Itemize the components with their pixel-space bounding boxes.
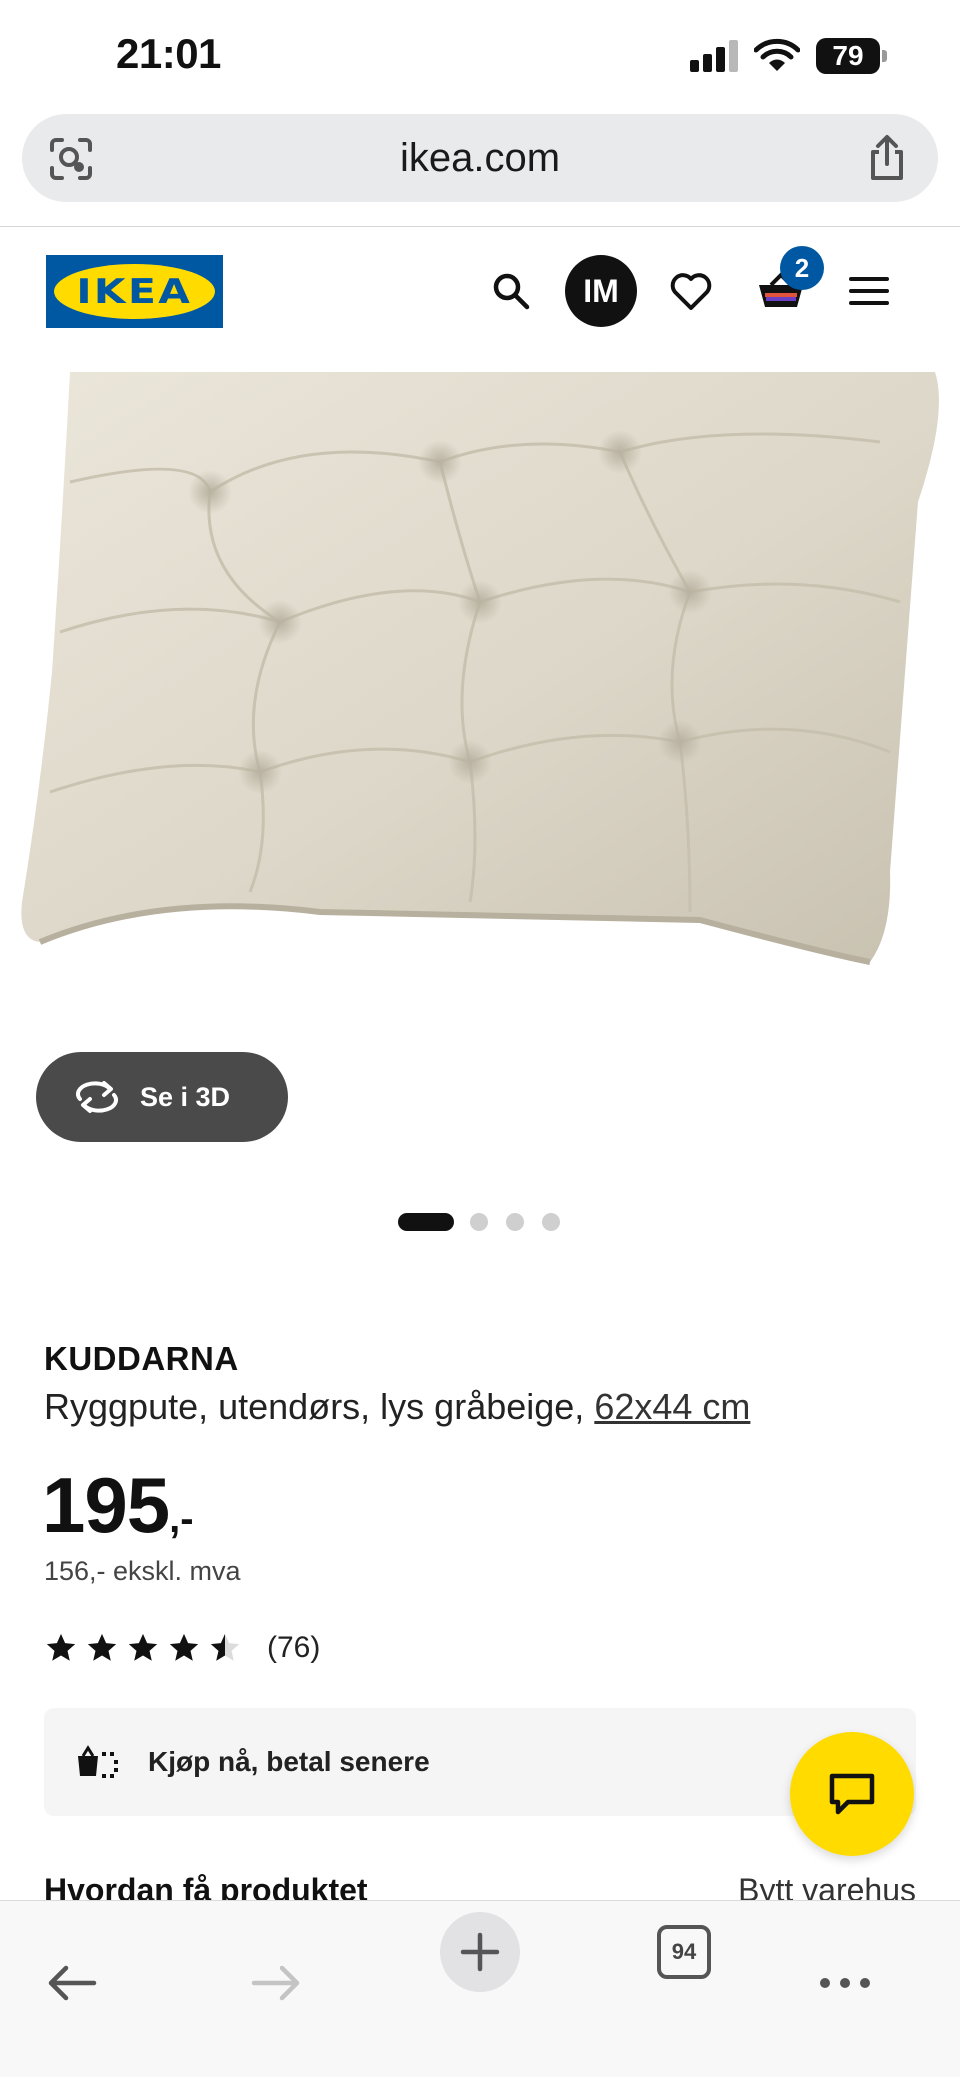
ikea-logo-oval: IKEA	[54, 264, 215, 319]
status-time: 21:01	[116, 30, 221, 77]
arrow-left-icon	[48, 1965, 97, 2001]
bag-installments-icon	[78, 1745, 118, 1778]
status-bar: 21:01 79	[0, 0, 960, 112]
image-carousel-dots	[0, 1212, 960, 1232]
price-excluding-vat: 156,- ekskl. mva	[44, 1556, 241, 1586]
wifi-icon	[754, 38, 800, 71]
cellular-signal-icon	[690, 40, 740, 72]
search-button[interactable]	[474, 254, 548, 328]
product-rating[interactable]: (76)	[44, 1628, 320, 1668]
carousel-dot[interactable]	[470, 1213, 488, 1231]
cart-count-badge: 2	[780, 246, 824, 290]
star-icon	[169, 1633, 199, 1661]
ikea-logo-text: IKEA	[76, 271, 193, 312]
heart-icon	[670, 273, 712, 310]
url-text[interactable]: ikea.com	[22, 114, 938, 202]
star-icon	[87, 1633, 117, 1661]
price-suffix: ,-	[169, 1497, 194, 1541]
carousel-dot[interactable]	[506, 1213, 524, 1231]
browser-divider	[0, 226, 960, 227]
rating-count[interactable]: (76)	[267, 1631, 320, 1665]
carousel-dot[interactable]	[542, 1213, 560, 1231]
forward-button[interactable]	[236, 1943, 316, 2023]
half-star-icon	[210, 1633, 240, 1661]
address-bar[interactable]: ikea.com	[22, 114, 938, 202]
avatar: IM	[565, 255, 637, 327]
price-integer: 195	[42, 1461, 170, 1549]
product-price: 195,-	[42, 1460, 194, 1551]
chat-bubble-icon	[829, 1773, 875, 1815]
buy-now-pay-later-card[interactable]: Kjøp nå, betal senere	[44, 1708, 916, 1816]
star-icon	[128, 1633, 158, 1661]
back-button[interactable]	[32, 1943, 112, 2023]
tab-count-button[interactable]: 94	[657, 1925, 711, 1979]
carousel-dot-active[interactable]	[398, 1213, 454, 1231]
more-options-button[interactable]	[805, 1943, 885, 2023]
battery-level: 79	[816, 38, 880, 74]
product-description-text: Ryggpute, utendørs, lys gråbeige,	[44, 1386, 595, 1427]
menu-button[interactable]	[832, 254, 906, 328]
dimensions-link[interactable]: 62x44 cm	[594, 1386, 750, 1427]
battery-icon: 79	[816, 38, 888, 74]
new-tab-button[interactable]	[440, 1912, 520, 1992]
ikea-logo[interactable]: IKEA	[46, 255, 223, 328]
product-name: KUDDARNA	[44, 1340, 239, 1377]
chat-button[interactable]	[790, 1732, 914, 1856]
favourites-button[interactable]	[654, 254, 728, 328]
buy-now-pay-later-label: Kjøp nå, betal senere	[148, 1746, 430, 1777]
product-description: Ryggpute, utendørs, lys gråbeige, 62x44 …	[44, 1386, 750, 1428]
arrow-right-icon	[251, 1965, 300, 2001]
view-in-3d-button[interactable]: Se i 3D	[36, 1052, 288, 1142]
search-icon	[493, 273, 530, 310]
hamburger-menu-icon	[849, 277, 889, 305]
plus-icon	[460, 1932, 500, 1972]
rotate-3d-icon	[76, 1081, 118, 1113]
share-icon[interactable]	[866, 134, 908, 182]
view-in-3d-label: Se i 3D	[140, 1081, 231, 1112]
more-dots-icon	[820, 1978, 870, 1988]
star-icon	[46, 1633, 76, 1661]
profile-button[interactable]: IM	[564, 254, 638, 328]
